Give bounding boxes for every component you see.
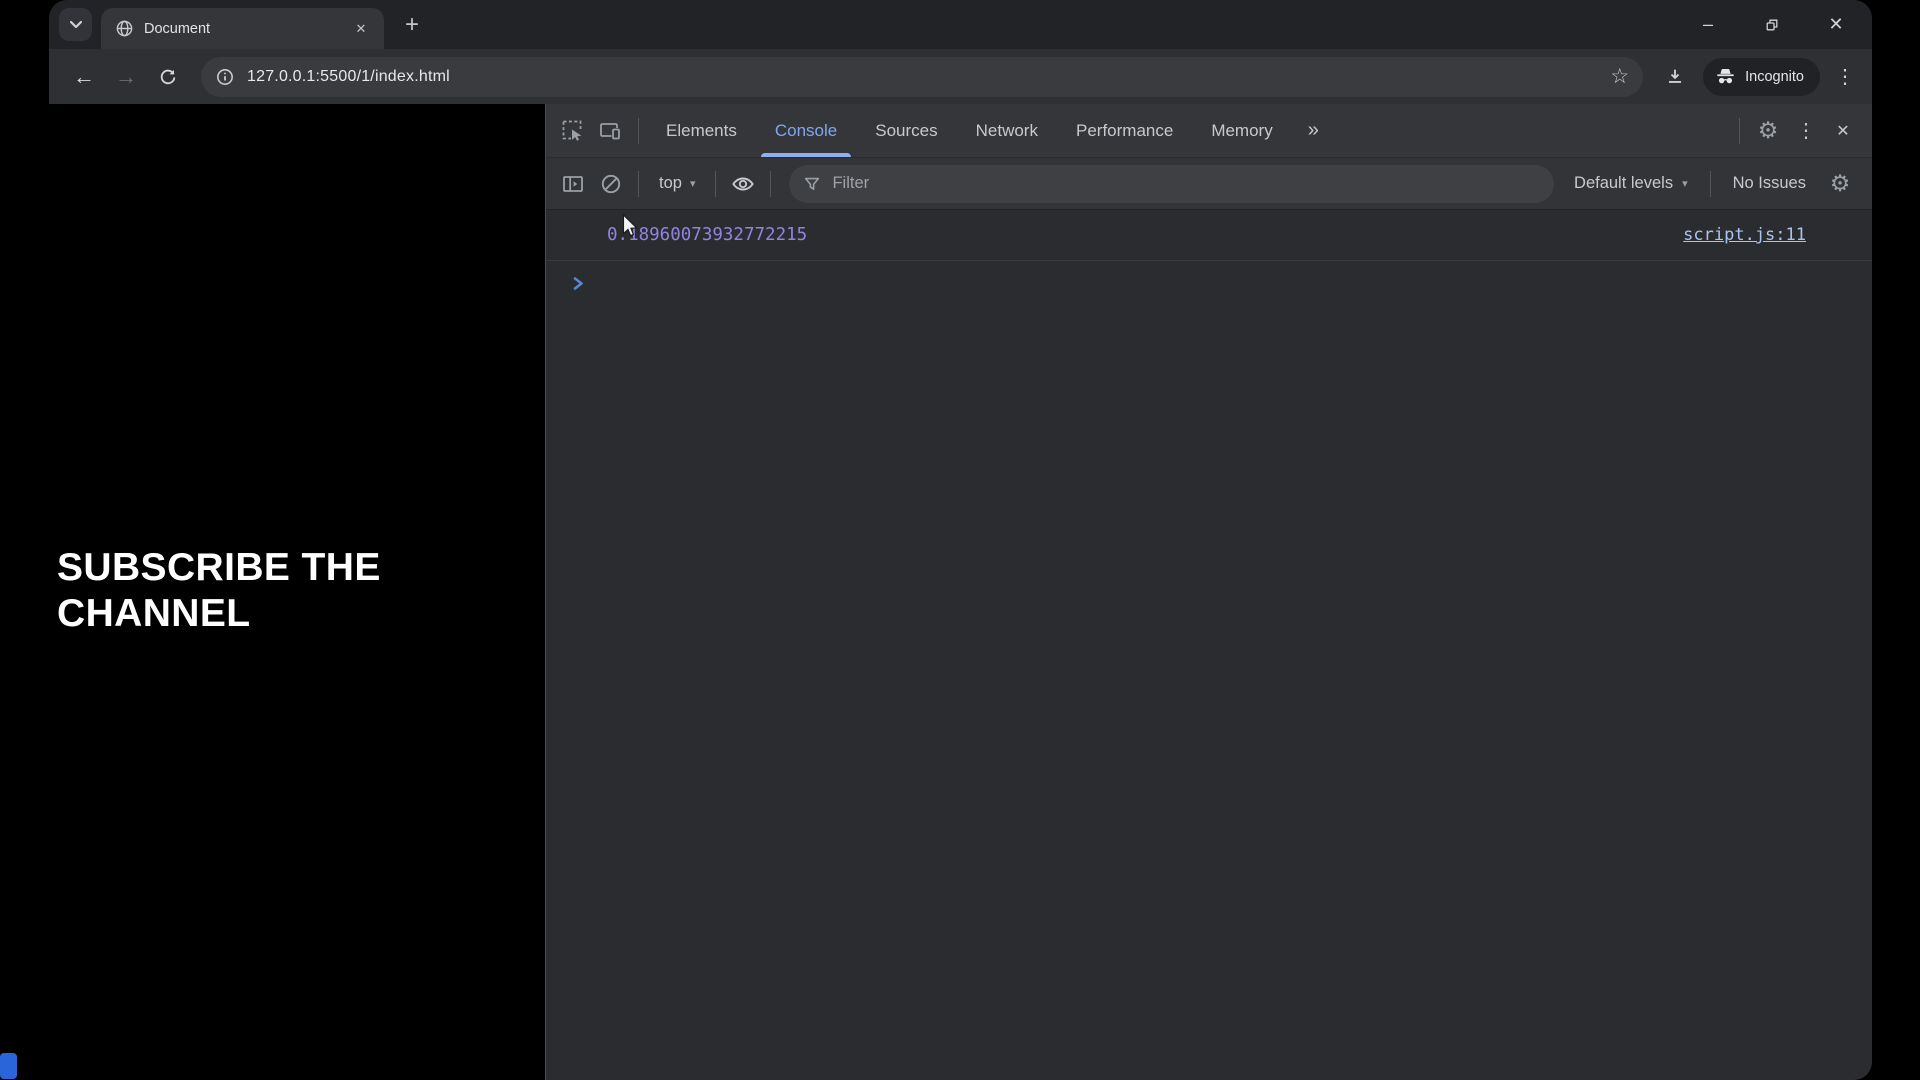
page-heading: SUBSCRIBE THE CHANNEL <box>57 545 409 637</box>
chevron-down-icon <box>69 20 83 29</box>
devtools-tab-performance[interactable]: Performance <box>1057 104 1192 157</box>
downloads-button[interactable] <box>1655 57 1695 97</box>
site-info-icon[interactable] <box>215 67 235 87</box>
live-expression-button[interactable] <box>724 173 762 195</box>
page-heading-line2: CHANNEL <box>57 592 251 636</box>
console-source-link[interactable]: script.js:11 <box>1683 225 1806 245</box>
issues-counter[interactable]: No Issues <box>1719 174 1820 193</box>
devtools-panel: Elements Console Sources Network Perform… <box>545 104 1872 1080</box>
devtools-settings-button[interactable]: ⚙ <box>1748 117 1788 144</box>
divider <box>1709 170 1711 197</box>
bookmark-star-icon[interactable]: ☆ <box>1610 66 1629 87</box>
window-controls: – ✕ <box>1698 14 1872 35</box>
levels-label: Default levels <box>1574 174 1674 192</box>
active-tab-underline <box>760 153 852 157</box>
console-prompt-row[interactable] <box>546 261 1872 291</box>
devtools-tabbar: Elements Console Sources Network Perform… <box>546 104 1872 157</box>
devtools-tabbar-right: ⚙ ⋮ ✕ <box>1731 104 1872 157</box>
page-heading-line1: SUBSCRIBE THE <box>57 546 381 589</box>
console-output: 0.18960073932772215 script.js:11 <box>546 210 1872 1080</box>
restore-button[interactable] <box>1762 15 1782 35</box>
forward-button[interactable]: → <box>105 56 147 98</box>
content-area: SUBSCRIBE THE CHANNEL Elements Console S… <box>49 104 1872 1080</box>
filter-input[interactable] <box>832 174 1541 193</box>
screenshot-stage: Document ✕ + – ✕ ← → 127.0.0.1:5500/1/in… <box>0 0 1920 1080</box>
console-sidebar-toggle[interactable] <box>554 173 592 195</box>
tab-label: Memory <box>1211 120 1273 140</box>
globe-icon <box>115 19 134 38</box>
window-close-button[interactable]: ✕ <box>1826 14 1846 35</box>
inspect-element-button[interactable] <box>554 104 592 157</box>
divider <box>638 117 639 144</box>
divider <box>715 170 717 197</box>
filter-funnel-icon <box>803 175 821 193</box>
tab-label: Sources <box>875 120 938 140</box>
incognito-label: Incognito <box>1745 68 1804 85</box>
download-icon <box>1664 66 1686 88</box>
console-log-value: 0.18960073932772215 <box>607 225 808 245</box>
eye-icon <box>730 173 756 195</box>
divider <box>1739 117 1740 144</box>
tab-search-button[interactable] <box>59 8 92 41</box>
inspect-cursor-icon <box>562 120 584 142</box>
incognito-icon <box>1715 66 1736 87</box>
console-settings-button[interactable]: ⚙ <box>1820 170 1860 197</box>
tab-label: Console <box>774 120 838 140</box>
console-prompt-icon <box>571 276 1872 291</box>
browser-toolbar: ← → 127.0.0.1:5500/1/index.html ☆ Incogn… <box>49 49 1872 104</box>
sidebar-toggle-icon <box>562 173 584 195</box>
tab-label: Elements <box>666 120 737 140</box>
url-text[interactable]: 127.0.0.1:5500/1/index.html <box>247 68 1602 86</box>
new-tab-button[interactable]: + <box>396 9 428 41</box>
devtools-menu-button[interactable]: ⋮ <box>1788 118 1824 143</box>
web-page: SUBSCRIBE THE CHANNEL <box>49 104 545 1080</box>
browser-window: Document ✕ + – ✕ ← → 127.0.0.1:5500/1/in… <box>49 0 1872 1080</box>
minimize-button[interactable]: – <box>1698 14 1718 35</box>
devtools-tab-elements[interactable]: Elements <box>647 104 756 157</box>
tab-label: Performance <box>1075 120 1174 140</box>
console-message-row: 0.18960073932772215 script.js:11 <box>546 210 1872 261</box>
browser-menu-button[interactable]: ⋮ <box>1830 58 1860 96</box>
incognito-badge: Incognito <box>1703 57 1820 96</box>
divider <box>638 170 639 197</box>
console-toolbar: top ▾ Filter Default levels ▾ No Issues … <box>546 157 1872 210</box>
devtools-tab-sources[interactable]: Sources <box>856 104 956 157</box>
more-tabs-button[interactable]: » <box>1292 104 1335 157</box>
clear-console-button[interactable] <box>592 173 630 195</box>
tab-strip: Document ✕ + – ✕ <box>49 0 1872 49</box>
tab-close-button[interactable]: ✕ <box>350 18 372 40</box>
corner-blue-chip <box>0 1053 17 1079</box>
devtools-close-button[interactable]: ✕ <box>1824 121 1862 141</box>
context-label: top <box>659 174 682 192</box>
tab-title: Document <box>144 20 211 37</box>
clear-console-icon <box>600 173 622 195</box>
reload-icon <box>158 67 178 87</box>
tab-label: Network <box>975 120 1038 140</box>
divider <box>770 170 772 197</box>
console-filter[interactable] <box>789 164 1555 203</box>
devtools-tab-console[interactable]: Console <box>756 104 856 157</box>
chevron-down-icon: ▾ <box>689 178 696 190</box>
omnibox[interactable]: 127.0.0.1:5500/1/index.html ☆ <box>201 56 1644 97</box>
device-toolbar-button[interactable] <box>592 104 630 157</box>
restore-icon <box>1764 17 1780 33</box>
context-selector[interactable]: top ▾ <box>647 174 707 193</box>
back-button[interactable]: ← <box>63 56 105 98</box>
reload-button[interactable] <box>147 56 189 98</box>
device-toolbar-icon <box>599 120 623 142</box>
devtools-tab-network[interactable]: Network <box>957 104 1057 157</box>
chevron-down-icon: ▾ <box>1682 178 1688 190</box>
browser-tab-document[interactable]: Document ✕ <box>101 8 384 49</box>
log-levels-selector[interactable]: Default levels ▾ <box>1560 174 1702 193</box>
devtools-tab-memory[interactable]: Memory <box>1192 104 1291 157</box>
